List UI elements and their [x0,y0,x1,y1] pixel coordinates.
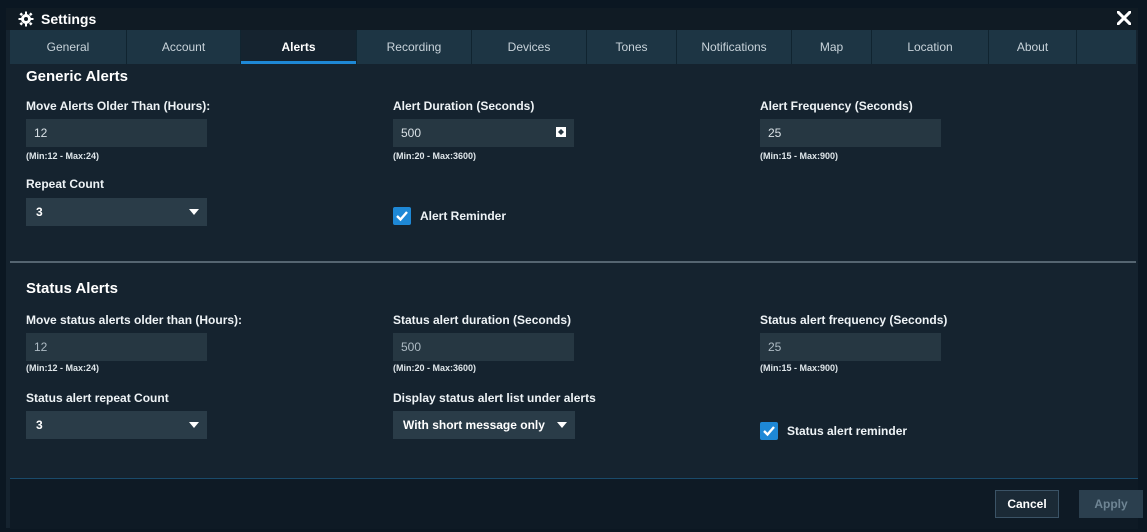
alert-duration-input[interactable]: 500 [393,119,574,147]
tab-account[interactable]: Account [127,30,241,64]
tab-recording[interactable]: Recording [357,30,472,64]
status-repeat-label: Status alert repeat Count [26,391,169,405]
tab-devices[interactable]: Devices [472,30,587,64]
alert-frequency-hint: (Min:15 - Max:900) [760,151,839,161]
tab-location[interactable]: Location [872,30,989,64]
cancel-button[interactable]: Cancel [995,490,1059,518]
tab-about[interactable]: About [989,30,1077,64]
move-alerts-input[interactable]: 12 [26,119,207,147]
status-reminder-checkbox[interactable] [760,422,778,440]
close-icon [1117,11,1131,25]
tab-bar: General Account Alerts Recording Devices… [10,30,1136,64]
status-duration-hint: (Min:20 - Max:3600) [393,363,477,373]
move-alerts-hint: (Min:12 - Max:24) [26,151,100,161]
alert-reminder-checkbox[interactable] [393,207,411,225]
dialog-footer: Cancel Apply [10,478,1143,529]
caret-down-icon [189,209,199,215]
caret-down-icon [557,422,567,428]
status-repeat-select[interactable]: 3 [26,411,207,439]
alert-duration-hint: (Min:20 - Max:3600) [393,151,477,161]
title-bar: Settings [6,8,1138,30]
tab-tones[interactable]: Tones [587,30,677,64]
gear-icon [18,11,34,27]
display-status-label: Display status alert list under alerts [393,391,596,405]
status-frequency-hint: (Min:15 - Max:900) [760,363,839,373]
apply-button[interactable]: Apply [1079,490,1143,518]
status-duration-label: Status alert duration (Seconds) [393,313,572,327]
move-status-label: Move status alerts older than (Hours): [26,313,243,327]
close-button[interactable] [1114,8,1134,28]
status-reminder-label: Status alert reminder [787,424,908,438]
status-repeat-value: 3 [36,418,43,432]
move-status-input[interactable]: 12 [26,333,207,361]
tab-notifications[interactable]: Notifications [677,30,792,64]
move-alerts-label: Move Alerts Older Than (Hours): [26,99,211,113]
alert-frequency-label: Alert Frequency (Seconds) [760,99,913,113]
caret-down-icon [189,422,199,428]
repeat-count-label: Repeat Count [26,177,104,191]
move-status-hint: (Min:12 - Max:24) [26,363,100,373]
tab-general[interactable]: General [10,30,127,64]
tab-alerts[interactable]: Alerts [241,30,357,64]
alert-frequency-input[interactable]: 25 [760,119,941,147]
repeat-count-select[interactable]: 3 [26,198,207,226]
repeat-count-value: 3 [36,205,43,219]
checkmark-icon [763,426,775,437]
alert-duration-label: Alert Duration (Seconds) [393,99,535,113]
alert-duration-value: 500 [401,126,422,140]
generic-alerts-title: Generic Alerts [26,68,128,85]
tab-map[interactable]: Map [792,30,872,64]
spinner-icon[interactable] [556,127,566,137]
alert-reminder-label: Alert Reminder [420,209,507,223]
section-divider [10,261,1136,263]
display-status-value: With short message only [403,418,545,432]
checkmark-icon [396,211,408,222]
window-title: Settings [41,11,97,27]
status-duration-input[interactable]: 500 [393,333,574,361]
display-status-select[interactable]: With short message only [393,411,575,439]
settings-window: Settings General Account Alerts Recordin… [6,8,1143,529]
status-frequency-label: Status alert frequency (Seconds) [760,313,948,327]
status-frequency-input[interactable]: 25 [760,333,941,361]
status-alerts-title: Status Alerts [26,280,118,297]
